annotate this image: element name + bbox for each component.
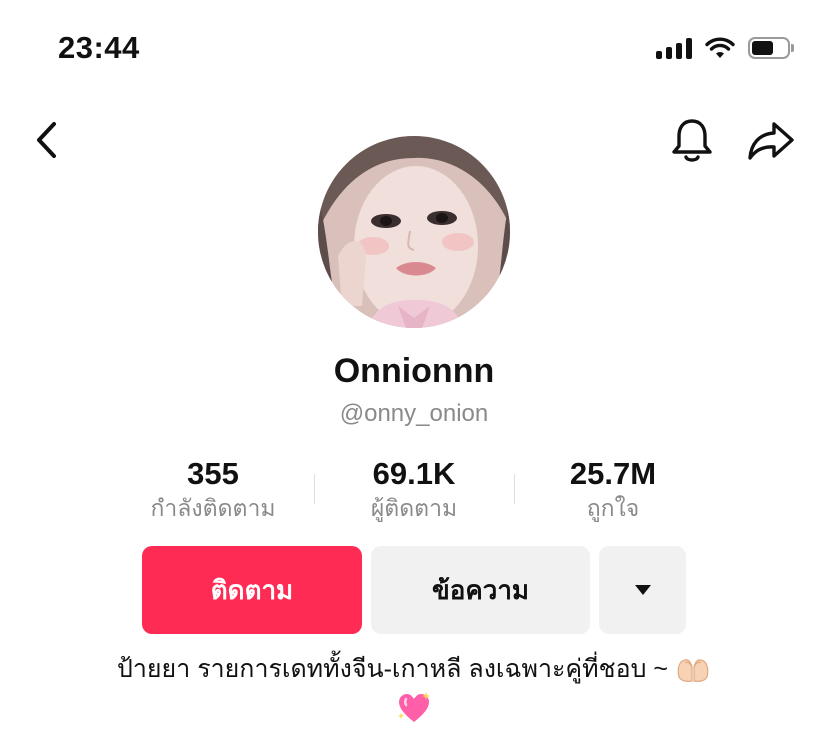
- profile-actions: ติดตาม ข้อความ: [0, 546, 828, 634]
- profile-stats: 355 กำลังติดตาม 69.1K ผู้ติดตาม 25.7M ถู…: [0, 456, 828, 526]
- chevron-left-icon: [37, 122, 56, 158]
- follow-button[interactable]: ติดตาม: [142, 546, 362, 634]
- sparkling-heart-emoji: [398, 692, 430, 723]
- avatar-image: [318, 136, 510, 328]
- following-label: กำลังติดตาม: [150, 495, 276, 521]
- stat-divider: [514, 474, 515, 504]
- following-stat[interactable]: 355 กำลังติดตาม: [113, 456, 313, 524]
- more-options-button[interactable]: [599, 546, 686, 634]
- bell-icon: [672, 119, 712, 162]
- following-count: 355: [187, 456, 239, 491]
- likes-label: ถูกใจ: [586, 495, 640, 521]
- followers-count: 69.1K: [372, 456, 456, 491]
- profile-bio: ป้ายยา รายการเดททั้งจีน-เกาหลี ลงเฉพาะคู…: [40, 650, 788, 726]
- battery-icon: [748, 37, 794, 59]
- message-button[interactable]: ข้อความ: [371, 546, 590, 634]
- profile-display-name: Onnionnn: [333, 352, 495, 390]
- status-bar: 23:44: [0, 0, 828, 100]
- likes-stat[interactable]: 25.7M ถูกใจ: [513, 456, 713, 524]
- caret-down-icon: [634, 585, 651, 595]
- status-time: 23:44: [58, 30, 140, 65]
- followers-stat[interactable]: 69.1K ผู้ติดตาม: [314, 456, 514, 524]
- followers-label: ผู้ติดตาม: [370, 495, 458, 521]
- stat-divider: [314, 474, 315, 504]
- profile-username: @onny_onion: [339, 400, 489, 427]
- profile-avatar[interactable]: [318, 136, 510, 328]
- share-arrow-icon: [748, 122, 794, 160]
- back-button[interactable]: [26, 118, 66, 162]
- notifications-button[interactable]: [668, 116, 716, 166]
- heart-hands-emoji: [677, 659, 709, 683]
- status-icons: [656, 36, 794, 60]
- likes-count: 25.7M: [569, 456, 657, 491]
- cellular-signal-icon: [656, 37, 692, 59]
- share-button[interactable]: [745, 116, 797, 166]
- bio-text: ป้ายยา รายการเดททั้งจีน-เกาหลี ลงเฉพาะคู…: [117, 655, 669, 683]
- wifi-icon: [705, 37, 735, 58]
